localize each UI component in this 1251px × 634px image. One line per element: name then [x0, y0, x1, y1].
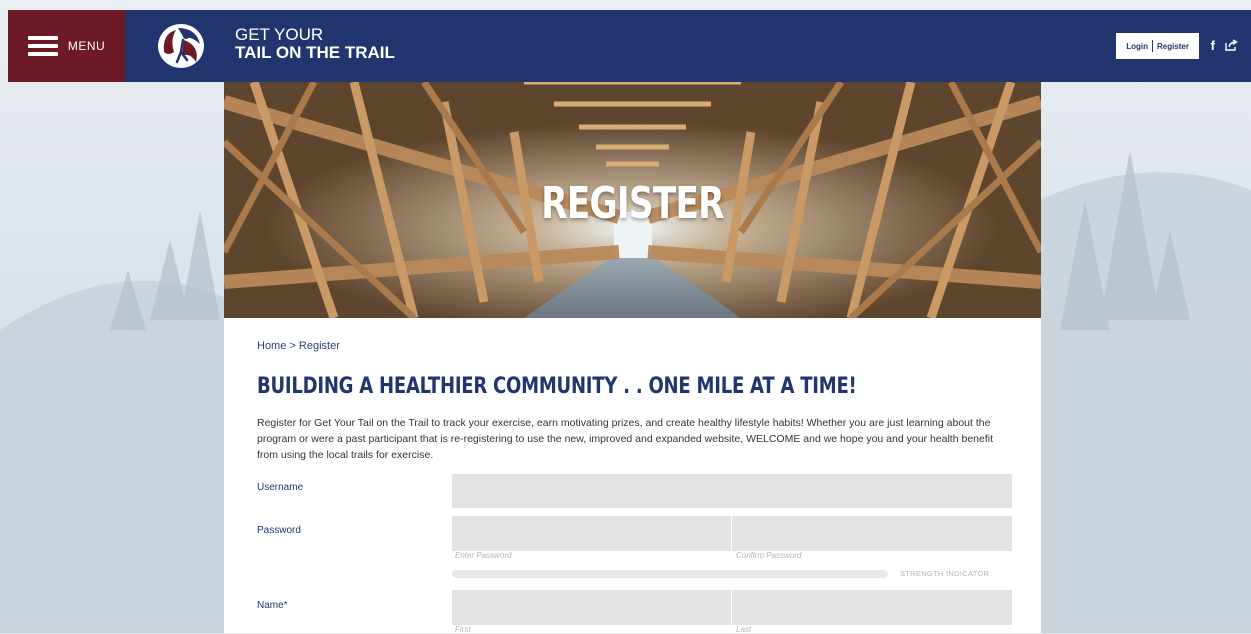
password-input[interactable] — [452, 516, 731, 551]
password-strength-bar — [452, 570, 888, 578]
breadcrumb: Home > Register — [257, 340, 340, 352]
breadcrumb-current: Register — [298, 340, 340, 352]
share-icon[interactable] — [1225, 36, 1238, 55]
confirm-password-input[interactable] — [732, 516, 1012, 551]
breadcrumb-home[interactable]: Home — [257, 340, 286, 352]
login-link[interactable]: Login — [1122, 42, 1152, 51]
social-links: f — [1211, 36, 1238, 55]
strength-indicator-label: STRENGTH INDICATOR — [900, 569, 990, 578]
confirm-password-hint: Confirm Password — [736, 551, 802, 560]
hero-banner: REGISTER — [224, 82, 1041, 318]
username-input[interactable] — [452, 474, 1012, 508]
breadcrumb-separator: > — [289, 340, 296, 352]
brand-title[interactable]: GET YOUR TAIL ON THE TRAIL — [235, 26, 395, 62]
name-label-text: Name — [257, 600, 284, 611]
site-logo[interactable] — [156, 22, 206, 70]
name-label: Name* — [257, 600, 288, 611]
top-navigation-bar: MENU GET YOUR TAIL ON THE TRAIL Login Re… — [8, 10, 1251, 82]
first-name-input[interactable] — [452, 590, 731, 625]
auth-links: Login Register — [1116, 33, 1199, 59]
intro-paragraph: Register for Get Your Tail on the Trail … — [257, 417, 993, 461]
menu-button[interactable]: MENU — [8, 10, 125, 82]
password-label: Password — [257, 525, 301, 536]
hero-title: REGISTER — [541, 178, 724, 229]
main-content: REGISTER Home > Register BUILDING A HEAL… — [224, 82, 1041, 634]
required-mark: * — [283, 600, 288, 611]
username-label: Username — [257, 482, 304, 493]
hamburger-icon — [27, 36, 58, 56]
last-name-input[interactable] — [732, 590, 1012, 625]
brand-line-2: TAIL ON THE TRAIL — [235, 43, 395, 62]
enter-password-hint: Enter Password — [455, 551, 512, 560]
menu-label: MENU — [67, 39, 106, 53]
brand-line-1: GET YOUR — [235, 25, 324, 44]
facebook-icon[interactable]: f — [1211, 38, 1215, 53]
register-link[interactable]: Register — [1153, 42, 1193, 51]
page-heading: BUILDING A HEALTHIER COMMUNITY . . ONE M… — [257, 374, 857, 399]
